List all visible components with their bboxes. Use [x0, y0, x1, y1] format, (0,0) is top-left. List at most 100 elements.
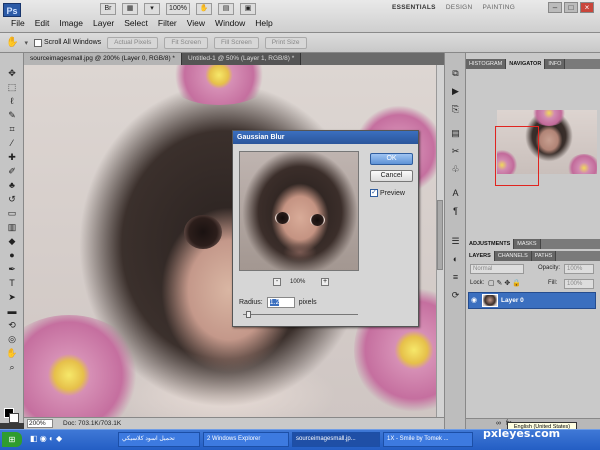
- layer-visibility-eye-icon[interactable]: ◉: [471, 297, 479, 305]
- tab-histogram[interactable]: HISTOGRAM: [466, 59, 507, 69]
- tab-channels[interactable]: CHANNELS: [494, 251, 532, 261]
- taskbar-item-1[interactable]: تحميل اسود كلاسيكي: [118, 432, 200, 447]
- start-button[interactable]: ⊞: [2, 432, 22, 447]
- marquee-tool-icon[interactable]: ⬚: [5, 81, 19, 93]
- dialog-preview-image[interactable]: [239, 151, 359, 271]
- dock-paragraph-icon[interactable]: ¶: [449, 205, 462, 217]
- menu-select[interactable]: Select: [119, 18, 153, 28]
- arrange-documents-icon[interactable]: ▤: [218, 3, 234, 15]
- brush-tool-icon[interactable]: ✐: [5, 165, 19, 177]
- background-color-swatch[interactable]: [9, 413, 19, 423]
- quick-launch-icons[interactable]: ◧ ◉ ◐ ◆: [30, 434, 62, 443]
- dock-actions-icon[interactable]: ▶: [449, 85, 462, 97]
- minimize-button[interactable]: –: [548, 2, 562, 13]
- zoom-level-dropdown[interactable]: 100%: [166, 3, 190, 15]
- launch-mini-bridge-icon[interactable]: ▦: [122, 3, 138, 15]
- cancel-button[interactable]: Cancel: [370, 170, 413, 182]
- opacity-field[interactable]: 100%: [564, 264, 594, 274]
- menu-window[interactable]: Window: [210, 18, 250, 28]
- tab-navigator[interactable]: NAVIGATOR: [506, 59, 546, 69]
- tab-layers[interactable]: LAYERS: [466, 251, 495, 261]
- hand-tool-icon[interactable]: ✋: [196, 3, 212, 15]
- shape-tool-icon[interactable]: ▬: [5, 305, 19, 317]
- menu-help[interactable]: Help: [250, 18, 277, 28]
- tab-sourceimagesmall[interactable]: sourceimagesmall.jpg @ 200% (Layer 0, RG…: [24, 53, 182, 65]
- blend-mode-dropdown[interactable]: Normal: [470, 264, 524, 274]
- tab-adjustments[interactable]: ADJUSTMENTS: [466, 239, 515, 249]
- dock-clone-source-icon[interactable]: ♧: [449, 163, 462, 175]
- radius-input[interactable]: 1.2: [266, 297, 295, 308]
- radius-slider-track[interactable]: [243, 314, 358, 315]
- lock-icons[interactable]: ▢ ✎ ✥ 🔒: [488, 279, 521, 287]
- quick-selection-tool-icon[interactable]: ✎: [5, 109, 19, 121]
- launch-bridge-icon[interactable]: Br: [100, 3, 116, 15]
- hand-tool-icon[interactable]: ✋: [5, 347, 19, 359]
- view-extras-icon[interactable]: ▾: [144, 3, 160, 15]
- dock-history-icon[interactable]: ⎘: [449, 103, 462, 115]
- taskbar-item-3[interactable]: sourceimagesmall.jp...: [292, 432, 380, 447]
- tab-paths[interactable]: PATHS: [531, 251, 557, 261]
- blur-tool-icon[interactable]: ◆: [5, 235, 19, 247]
- dock-3d-icon[interactable]: ⧉: [449, 67, 462, 79]
- fill-screen-button[interactable]: Fill Screen: [214, 36, 259, 49]
- layer-row[interactable]: ◉ Layer 0: [468, 292, 596, 309]
- eyedropper-tool-icon[interactable]: ⁄: [5, 137, 19, 149]
- scroll-all-checkbox[interactable]: [33, 38, 42, 47]
- dialog-title[interactable]: Gaussian Blur: [233, 131, 418, 144]
- workspace-design[interactable]: DESIGN: [446, 4, 473, 11]
- menu-filter[interactable]: Filter: [153, 18, 182, 28]
- dock-styles-icon[interactable]: ✂: [449, 145, 462, 157]
- crop-tool-icon[interactable]: ⌗: [5, 123, 19, 135]
- dock-channels-icon[interactable]: ≡: [449, 271, 462, 283]
- preview-checkbox[interactable]: ✓: [370, 189, 378, 197]
- print-size-button[interactable]: Print Size: [264, 36, 307, 49]
- menu-view[interactable]: View: [182, 18, 210, 28]
- layer-name[interactable]: Layer 0: [501, 297, 524, 304]
- hand-tool-preset-icon[interactable]: ✋: [6, 37, 18, 48]
- preview-option[interactable]: ✓ Preview: [370, 189, 405, 197]
- taskbar-item-4[interactable]: 1X - Smile by Tomek ...: [383, 432, 473, 447]
- dock-paths-icon[interactable]: ⟳: [449, 289, 462, 301]
- 3d-orbit-tool-icon[interactable]: ◎: [5, 333, 19, 345]
- tab-info[interactable]: INFO: [545, 59, 566, 69]
- navigator-view-box[interactable]: [495, 126, 539, 186]
- history-brush-tool-icon[interactable]: ↺: [5, 193, 19, 205]
- dock-swatches-icon[interactable]: ▤: [449, 127, 462, 139]
- taskbar-item-2[interactable]: 2 Windows Explorer: [203, 432, 289, 447]
- dodge-tool-icon[interactable]: ●: [5, 249, 19, 261]
- zoom-out-button[interactable]: -: [273, 278, 281, 286]
- gradient-tool-icon[interactable]: ▥: [5, 221, 19, 233]
- vertical-scrollbar-thumb[interactable]: [437, 200, 443, 270]
- workspace-painting[interactable]: PAINTING: [483, 4, 516, 11]
- actual-pixels-button[interactable]: Actual Pixels: [107, 36, 159, 49]
- tool-preset-dropdown-icon[interactable]: ▾: [24, 39, 28, 47]
- dock-brushes-icon[interactable]: ☰: [449, 235, 462, 247]
- eraser-tool-icon[interactable]: ▭: [5, 207, 19, 219]
- zoom-tool-icon[interactable]: ⌕: [5, 361, 19, 373]
- dock-character-icon[interactable]: A: [449, 187, 462, 199]
- type-tool-icon[interactable]: T: [5, 277, 19, 289]
- tab-masks[interactable]: MASKS: [514, 239, 541, 249]
- clone-stamp-tool-icon[interactable]: ♣: [5, 179, 19, 191]
- zoom-level-field[interactable]: 200%: [27, 419, 53, 428]
- pen-tool-icon[interactable]: ✒: [5, 263, 19, 275]
- 3d-rotate-tool-icon[interactable]: ⟲: [5, 319, 19, 331]
- workspace-essentials[interactable]: ESSENTIALS: [392, 4, 436, 11]
- close-button[interactable]: ×: [580, 2, 594, 13]
- ok-button[interactable]: OK: [370, 153, 413, 165]
- menu-image[interactable]: Image: [54, 18, 88, 28]
- fit-screen-button[interactable]: Fit Screen: [164, 36, 208, 49]
- menu-layer[interactable]: Layer: [88, 18, 119, 28]
- radius-slider-thumb[interactable]: [246, 311, 251, 318]
- lasso-tool-icon[interactable]: ℓ: [5, 95, 19, 107]
- menu-edit[interactable]: Edit: [30, 18, 55, 28]
- maximize-button[interactable]: □: [564, 2, 578, 13]
- path-selection-tool-icon[interactable]: ➤: [5, 291, 19, 303]
- document-size-info[interactable]: Doc: 703.1K/703.1K: [63, 420, 121, 427]
- link-layers-icon[interactable]: ∞: [496, 420, 501, 427]
- tab-untitled-1[interactable]: Untitled-1 @ 50% (Layer 1, RGB/8) *: [181, 53, 302, 65]
- move-tool-icon[interactable]: ✥: [5, 67, 19, 79]
- menu-file[interactable]: File: [6, 18, 30, 28]
- healing-brush-tool-icon[interactable]: ✚: [5, 151, 19, 163]
- zoom-in-button[interactable]: +: [321, 278, 329, 286]
